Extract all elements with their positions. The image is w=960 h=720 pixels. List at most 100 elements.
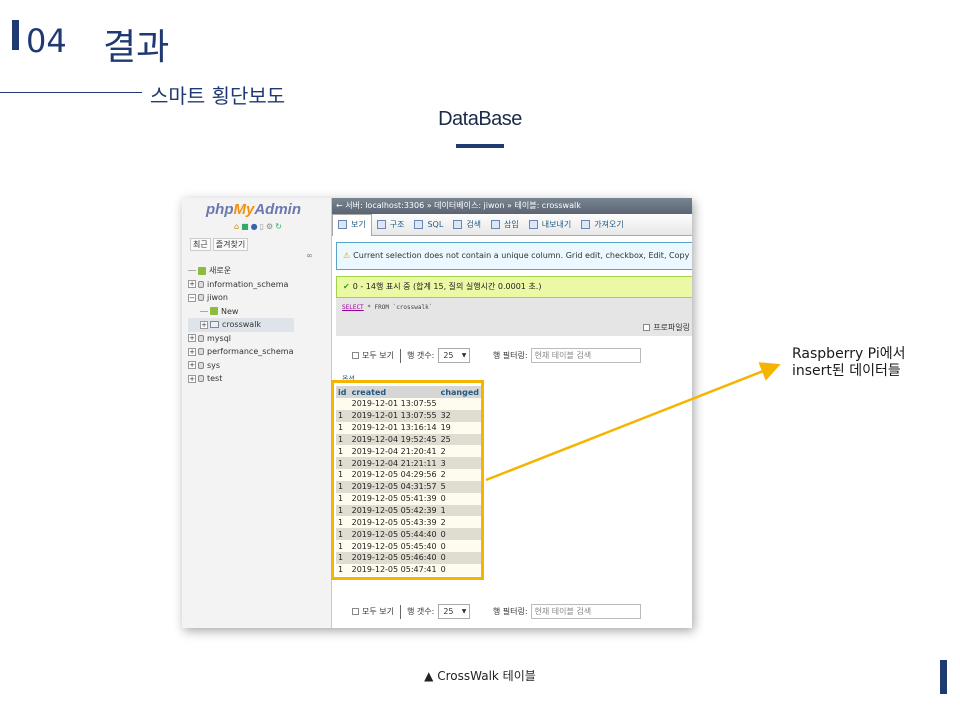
expand-icon[interactable]: + [200, 320, 208, 329]
tree-item-label: sys [207, 360, 221, 370]
tree-item-mysql[interactable]: + mysql [188, 332, 294, 346]
filter-input-bottom[interactable]: 현재 테이블 검색 [530, 604, 641, 619]
table-icon [210, 321, 219, 328]
tab-browse[interactable]: 보기 [332, 214, 372, 236]
tab-import[interactable]: 가져오기 [576, 215, 628, 237]
recent-tab[interactable]: 최근 [190, 238, 211, 251]
tab-search[interactable]: 검색 [448, 215, 486, 237]
warning-notice: ⚠ Current selection does not contain a un… [336, 242, 692, 270]
tree-item-test[interactable]: + test [188, 372, 294, 386]
tab-sql[interactable]: SQL [409, 215, 448, 237]
navigation-controls-bottom: 모두 보기 행 갯수: 25 ▼ 행 필터링: 현재 테이블 검색 [352, 604, 641, 619]
show-all-label: 모두 보기 [362, 351, 394, 360]
show-all-checkbox-bottom[interactable] [352, 608, 359, 615]
tab-bar: 보기 구조 SQL 검색 삽입 내보내기 가져오기 [332, 214, 692, 236]
breadcrumb-text[interactable]: 서버: localhost:3306 » 데이터베이스: jiwon » 테이블… [345, 201, 581, 210]
subtitle-rule [0, 92, 142, 93]
database-tree: 새로운 + information_schema − jiwon New + crosswal… [188, 264, 294, 386]
expand-icon[interactable]: + [188, 280, 196, 288]
sql-query-box: SELECT * FROM `crosswalk` [336, 298, 692, 320]
expand-icon[interactable]: + [188, 374, 196, 383]
annotation-text: Raspberry Pi에서 insert된 데이터들 [792, 346, 905, 380]
tree-item-new[interactable]: New [188, 305, 294, 319]
nav-recent-tabs: 최근 즐겨찾기 [190, 238, 250, 251]
profiling-row: 프로파일링 [336, 320, 692, 336]
import-icon [581, 220, 591, 229]
section-underline [456, 144, 504, 148]
section-number: 04 [26, 22, 67, 60]
filter-label: 행 필터링: [492, 351, 528, 360]
search-icon [453, 220, 463, 229]
annotation-line-1: Raspberry Pi에서 [792, 346, 906, 362]
caption-text: CrossWalk 테이블 [437, 669, 536, 683]
annotation-line-2: insert된 데이터들 [792, 363, 901, 379]
tab-insert[interactable]: 삽입 [486, 215, 524, 237]
corner-accent-bar [940, 660, 947, 694]
tree-item-jiwon[interactable]: − jiwon [188, 291, 294, 305]
database-icon [198, 375, 204, 382]
tree-item-label: information_schema [207, 279, 289, 289]
tree-item-새로운[interactable]: 새로운 [188, 264, 294, 278]
help-icon[interactable]: ● [251, 222, 260, 231]
back-arrow-icon[interactable]: ← [336, 201, 343, 210]
warning-text: Current selection does not contain a uni… [353, 251, 692, 260]
profiling-label: 프로파일링 [653, 323, 690, 332]
insert-icon [491, 220, 501, 229]
settings-icon[interactable]: ⚙ [266, 222, 275, 231]
sql-query-text: * FROM `crosswalk` [363, 304, 433, 311]
rows-select-bottom[interactable]: 25 ▼ [438, 604, 471, 619]
checkmark-icon: ✔ [343, 282, 350, 291]
navigation-panel: phpMyAdmin ⌂■●▯⚙↻ 최근 즐겨찾기 ∞ 새로운 + informati… [182, 198, 332, 628]
structure-icon [376, 220, 386, 229]
breadcrumb: ← 서버: localhost:3306 » 데이터베이스: jiwon » 테… [332, 198, 692, 214]
expand-icon[interactable]: + [188, 361, 196, 369]
filter-input[interactable]: 현재 테이블 검색 [530, 348, 641, 363]
triangle-icon: ▲ [424, 669, 434, 683]
link-icon[interactable]: ∞ [306, 251, 313, 260]
title-accent-bar [12, 20, 19, 50]
tree-item-label: 새로운 [209, 266, 232, 275]
exit-icon[interactable]: ■ [241, 222, 251, 231]
show-all-checkbox[interactable] [352, 352, 359, 359]
rows-label: 행 갯수: [406, 351, 435, 360]
tree-item-label: jiwon [207, 293, 228, 302]
success-notice: ✔ 0 - 14행 표시 중 (합계 15, 질의 실행시간 0.0001 초.) [336, 276, 692, 298]
database-icon [198, 294, 204, 301]
database-icon [198, 348, 204, 355]
rows-label-bottom: 행 갯수: [406, 607, 435, 616]
tree-item-performance_schema[interactable]: + performance_schema [188, 345, 294, 359]
expand-icon[interactable]: + [188, 347, 196, 356]
filter-label-bottom: 행 필터링: [492, 607, 528, 616]
new-item-icon [198, 266, 206, 275]
expand-icon[interactable]: + [188, 334, 196, 342]
warning-icon: ⚠ [343, 251, 351, 260]
show-all-label-bottom: 모두 보기 [362, 607, 394, 616]
success-text: 0 - 14행 표시 중 (합계 15, 질의 실행시간 0.0001 초.) [352, 282, 542, 291]
section-label: DataBase [438, 108, 522, 130]
tree-item-label: test [207, 374, 223, 383]
database-icon [198, 334, 204, 342]
phpmyadmin-logo[interactable]: phpMyAdmin [206, 201, 301, 218]
tab-export[interactable]: 내보내기 [524, 215, 576, 237]
data-highlight-box [331, 380, 484, 580]
chevron-down-icon: ▼ [461, 608, 467, 615]
tree-item-label: crosswalk [222, 320, 262, 329]
sql-keyword-link[interactable]: SELECT [342, 304, 364, 311]
favorites-tab[interactable]: 즐겨찾기 [212, 238, 249, 251]
tree-item-label: New [221, 306, 239, 316]
tree-connector [200, 310, 208, 312]
tree-item-crosswalk[interactable]: + crosswalk [188, 318, 294, 332]
tab-structure[interactable]: 구조 [372, 215, 410, 237]
reload-icon[interactable]: ↻ [275, 222, 284, 231]
database-icon [198, 361, 204, 369]
rows-select[interactable]: 25 ▼ [438, 348, 471, 363]
control-divider [399, 604, 401, 619]
collapse-icon[interactable]: − [188, 293, 196, 302]
new-item-icon [210, 307, 218, 315]
browse-icon [338, 220, 347, 229]
tree-item-sys[interactable]: + sys [188, 359, 294, 373]
nav-toolbar-icons[interactable]: ⌂■●▯⚙↻ [234, 222, 284, 231]
tree-item-information_schema[interactable]: + information_schema [188, 278, 294, 292]
profiling-checkbox[interactable] [643, 324, 651, 331]
export-icon [528, 220, 538, 229]
